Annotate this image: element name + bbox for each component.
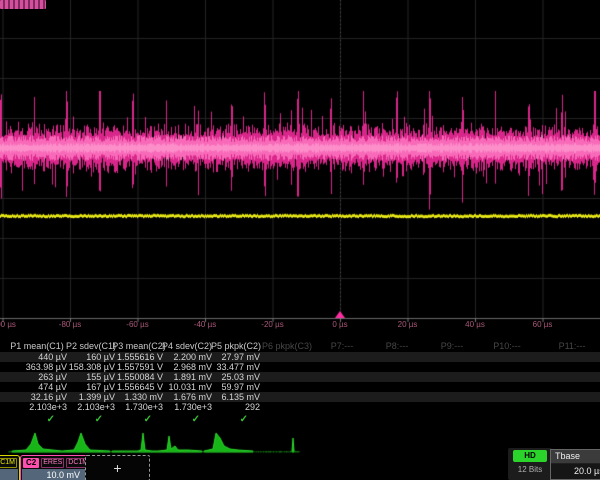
time-tick-label: 20 µs	[398, 320, 418, 330]
measure-value: 1.556645 V	[117, 382, 163, 392]
measure-value: 1.330 mV	[124, 392, 163, 402]
measure-value: 2.200 mV	[173, 352, 212, 362]
measure-value: 1.730e+3	[174, 402, 212, 412]
c1-descriptor-tags: DC1M	[0, 456, 19, 469]
measure-value: 25.03 mV	[221, 372, 260, 382]
measure-value: 363.98 µV	[26, 362, 67, 372]
param-header[interactable]: P7:---	[331, 341, 354, 352]
param-header[interactable]: P1 mean(C1)	[10, 341, 64, 352]
measure-value: 1.730e+3	[125, 402, 163, 412]
add-trace-button[interactable]: +	[85, 455, 150, 480]
c1-coupling-tag: DC1M	[0, 458, 17, 468]
measure-row: 363.98 µV158.308 µV1.557591 V 2.968 mV 33.…	[0, 362, 600, 372]
measure-value: 1.555616 V	[117, 352, 163, 362]
status-check-icon: ✓	[240, 414, 248, 426]
timebase-value: 20.0 µs/div	[551, 464, 600, 479]
measure-value: 167 µV	[86, 382, 115, 392]
param-header[interactable]: P9:---	[441, 341, 464, 352]
param-header[interactable]: P6 pkpk(C3)	[262, 341, 312, 352]
measure-row: 440 µV 160 µV1.555616 V 2.200 mV 27.97 mV	[0, 352, 600, 362]
status-check-icon: ✓	[192, 414, 200, 426]
status-check-icon: ✓	[47, 414, 55, 426]
param-header[interactable]: P5 pkpk(C2)	[211, 341, 261, 352]
hd-badge: HD	[513, 450, 547, 462]
c2-channel-badge: C2	[23, 458, 39, 468]
time-tick-label: -20 µs	[261, 320, 283, 330]
measure-value: 2.103e+3	[77, 402, 115, 412]
measure-value: 1.399 µV	[79, 392, 115, 402]
cropped-toolbar-badge	[0, 0, 46, 9]
measure-value: 160 µV	[86, 352, 115, 362]
timebase-label: Tbase	[551, 450, 600, 464]
hd-mode-group[interactable]: HD 12 Bits	[508, 448, 552, 480]
measure-value: 292	[245, 402, 260, 412]
time-tick-label: -40 µs	[194, 320, 216, 330]
status-check-icon: ✓	[95, 414, 103, 426]
param-header[interactable]: P4 sdev(C2)	[162, 341, 212, 352]
channel-c1-descriptor[interactable]: DC1M 10.0 mV	[0, 455, 20, 480]
measure-value: 6.135 mV	[221, 392, 260, 402]
measure-value: 33.477 mV	[216, 362, 260, 372]
measure-value: 2.968 mV	[173, 362, 212, 372]
measure-value: 155 µV	[86, 372, 115, 382]
measure-value: 59.97 mV	[221, 382, 260, 392]
param-header[interactable]: P10:---	[493, 341, 521, 352]
measure-value: 27.97 mV	[221, 352, 260, 362]
timebase-descriptor[interactable]: Tbase 20.0 µs/div	[550, 449, 600, 480]
measure-value: 10.031 mV	[168, 382, 212, 392]
measure-value: 474 µV	[38, 382, 67, 392]
measure-value: 440 µV	[38, 352, 67, 362]
param-header[interactable]: P3 mean(C2)	[112, 341, 166, 352]
measure-value: 2.103e+3	[29, 402, 67, 412]
measure-value: 1.891 mV	[173, 372, 212, 382]
measure-value: 32.16 µV	[31, 392, 67, 402]
param-header[interactable]: P8:---	[386, 341, 409, 352]
measure-row: 2.103e+3 2.103e+3 1.730e+3 1.730e+3 292	[0, 402, 600, 412]
measure-value: 1.550084 V	[117, 372, 163, 382]
measure-row: 32.16 µV 1.399 µV 1.330 mV 1.676 mV 6.135 mV	[0, 392, 600, 402]
time-tick-label: -60 µs	[126, 320, 148, 330]
measure-row: 474 µV 167 µV1.556645 V 10.031 mV 59.97 mV	[0, 382, 600, 392]
time-tick-label: 0 µs	[332, 320, 347, 330]
measure-value: 1.676 mV	[173, 392, 212, 402]
measure-value: 263 µV	[38, 372, 67, 382]
time-tick-label: -80 µs	[59, 320, 81, 330]
time-tick-label: 40 µs	[465, 320, 485, 330]
time-tick-label: -100 µs	[0, 320, 16, 330]
status-check-icon: ✓	[144, 414, 152, 426]
param-header[interactable]: P2 sdev(C1)	[66, 341, 116, 352]
measure-row: 263 µV 155 µV1.550084 V 1.891 mV 25.03 mV	[0, 372, 600, 382]
measure-value: 1.557591 V	[117, 362, 163, 372]
param-header[interactable]: P11:---	[559, 341, 586, 352]
c2-eres-tag: ERES	[41, 458, 64, 468]
time-tick-label: 60 µs	[533, 320, 553, 330]
hd-bits-label: 12 Bits	[508, 464, 552, 476]
oscilloscope-screen: -100 µs -80 µs -60 µs -40 µs -20 µs 0 µs 20 µs…	[0, 0, 600, 480]
c1-scale-value: 10.0 mV	[0, 469, 18, 480]
measure-value: 158.308 µV	[69, 362, 115, 372]
